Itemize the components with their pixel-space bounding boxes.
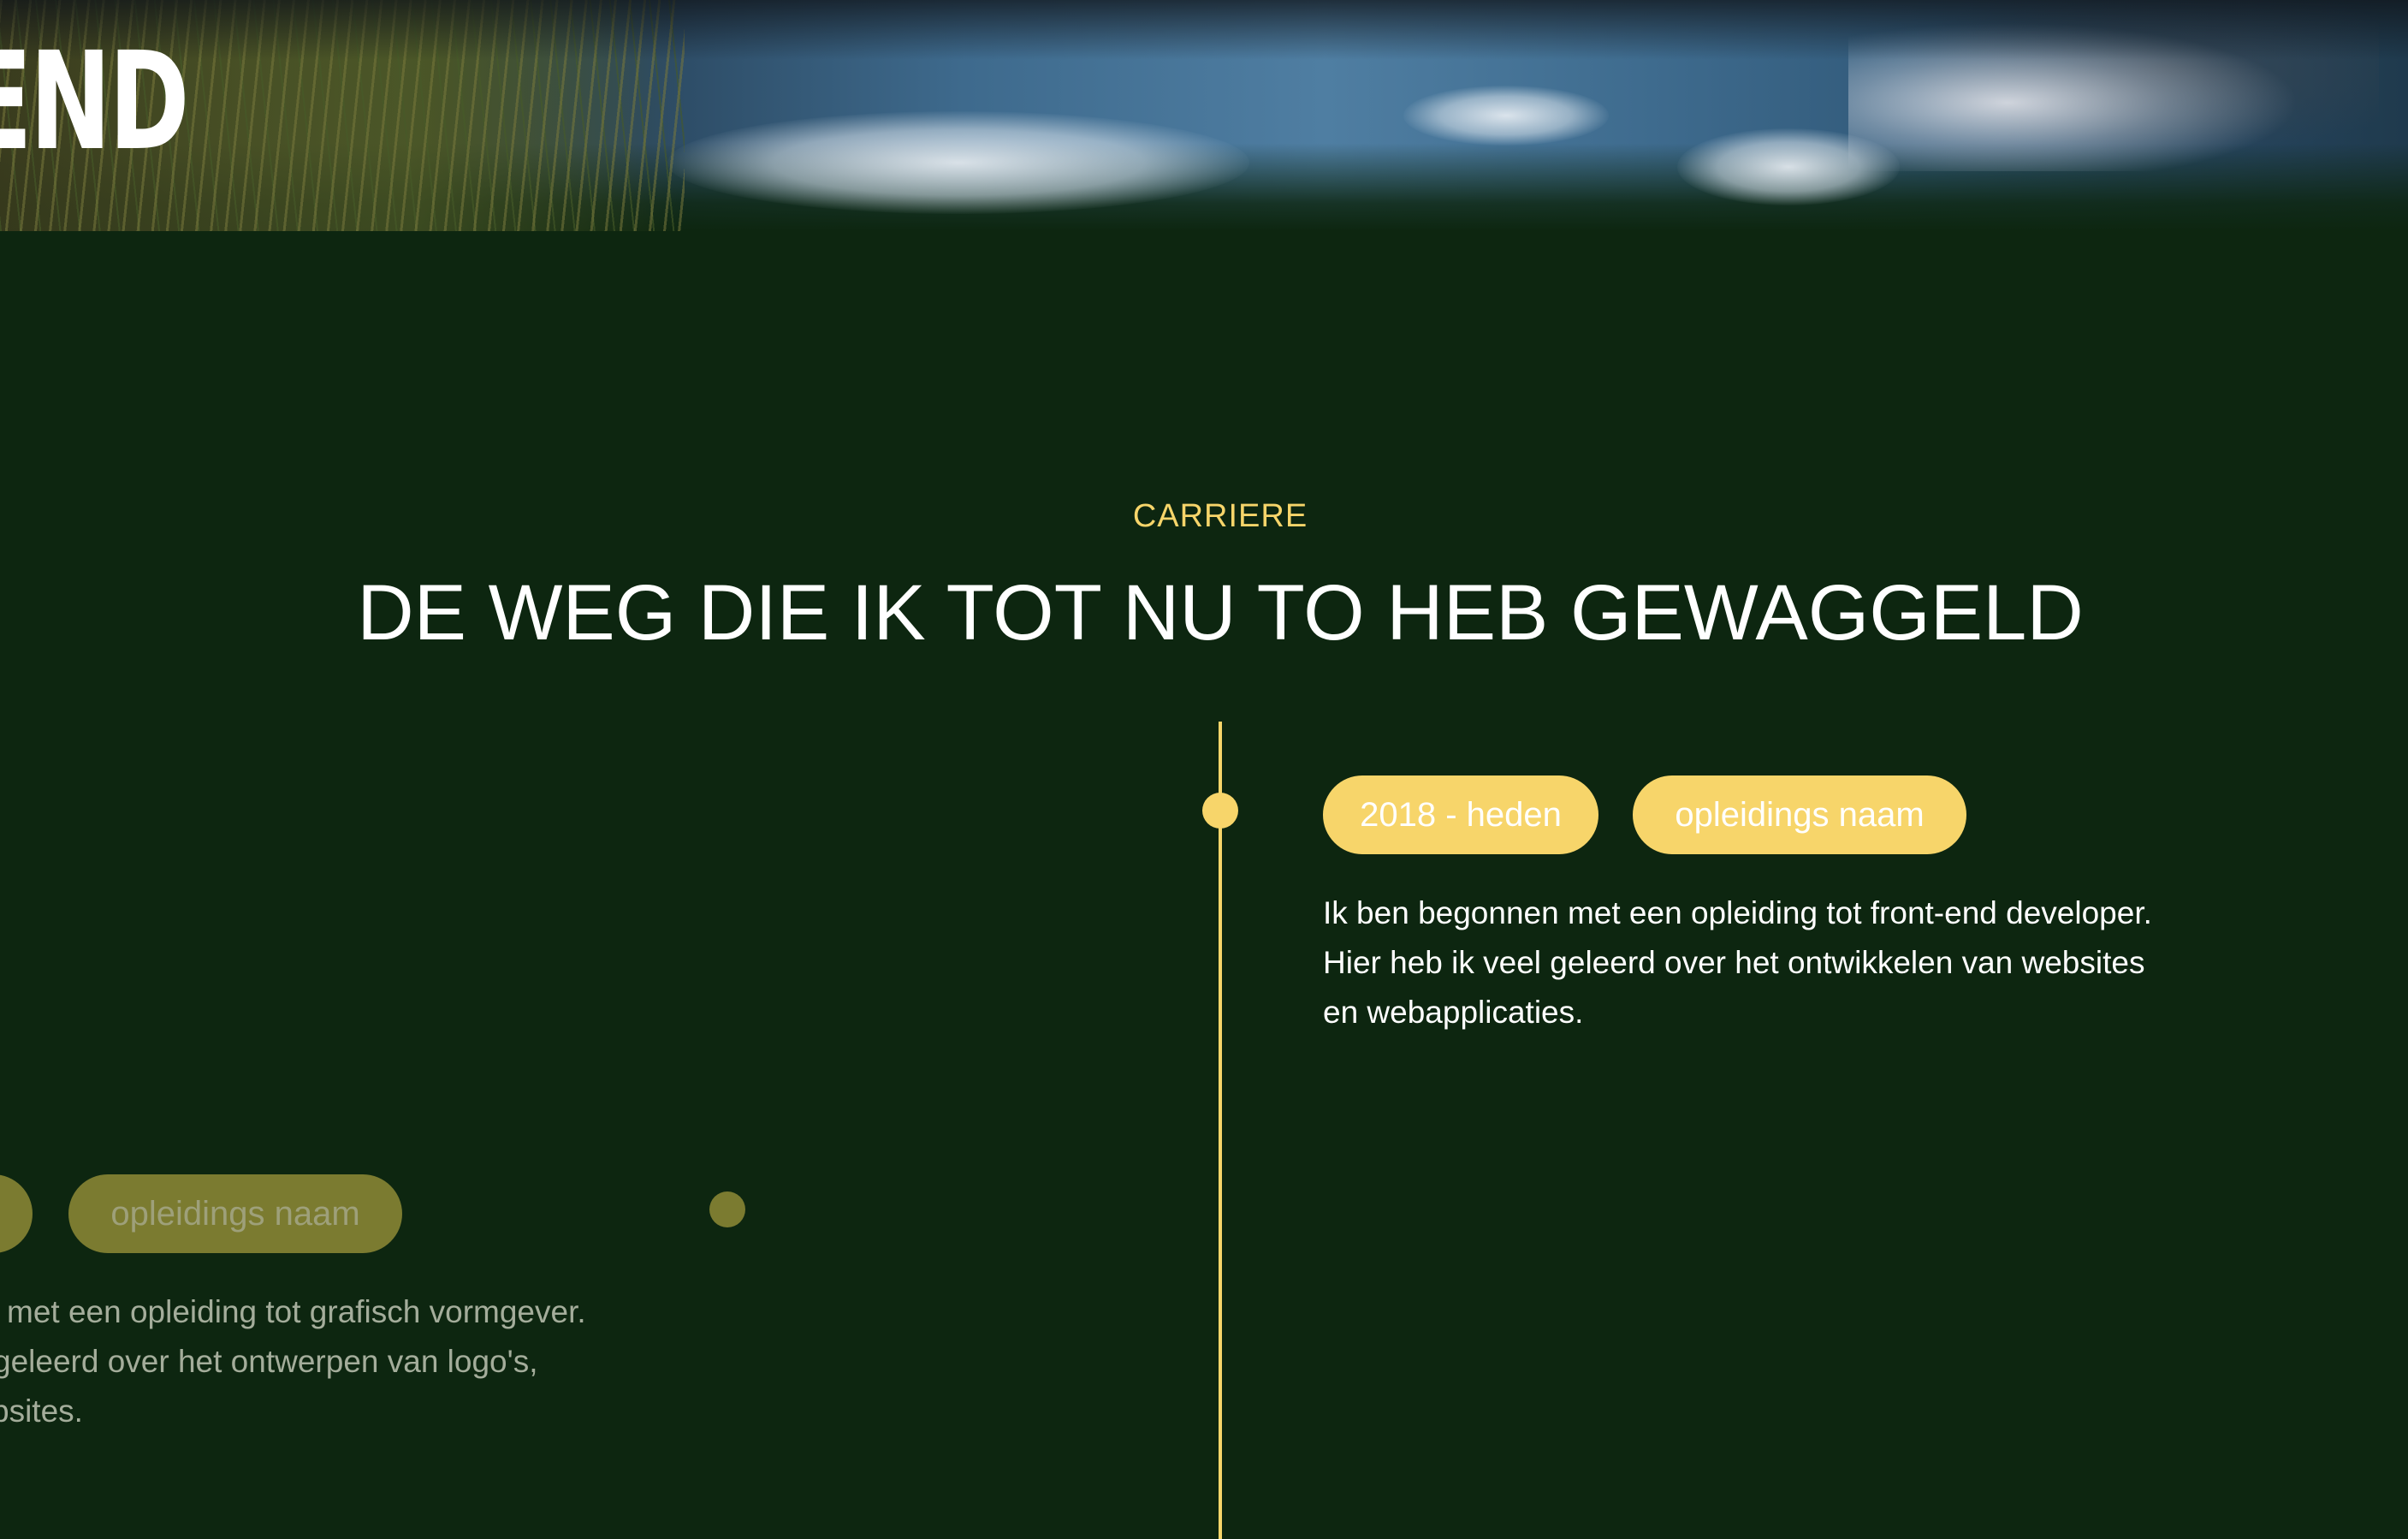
timeline-entry-description: Ik ben begonnen met een opleiding tot fr… — [1323, 888, 2213, 1037]
page: END CARRIERE DE WEG DIE IK TOT NU TO HEB… — [0, 0, 2408, 1539]
period-badge: 2018 - heden — [1323, 775, 1598, 854]
description-line: Hier heb ik veel geleerd over het ontwik… — [1323, 945, 2145, 980]
description-line: Ik ben begonnen met een opleiding tot fr… — [1323, 895, 2152, 930]
timeline-dot — [1202, 793, 1238, 829]
hero-cloud — [667, 111, 1249, 214]
section-eyebrow: CARRIERE — [1132, 498, 1308, 534]
hero-banner: END — [0, 0, 2408, 231]
description-line: geleerd over het ontwerpen van logo's, — [0, 1344, 538, 1379]
description-line: en webapplicaties. — [1323, 995, 1584, 1030]
timeline-line — [1219, 722, 1222, 1539]
timeline-entry-description: met een opleiding tot grafisch vormgever… — [0, 1287, 586, 1436]
school-badge: opleidings naam — [1633, 775, 1966, 854]
section-title: DE WEG DIE IK TOT NU TO HEB GEWAGGELD — [357, 569, 2084, 657]
description-line: met een opleiding tot grafisch vormgever… — [7, 1294, 586, 1329]
school-badge: opleidings naam — [68, 1174, 402, 1253]
hero-title: END — [0, 23, 190, 181]
timeline-dot — [709, 1191, 745, 1227]
period-badge — [0, 1174, 33, 1253]
hero-top-shade — [0, 0, 2408, 60]
hero-cloud — [1403, 86, 1609, 146]
description-line: bsites. — [0, 1393, 83, 1429]
